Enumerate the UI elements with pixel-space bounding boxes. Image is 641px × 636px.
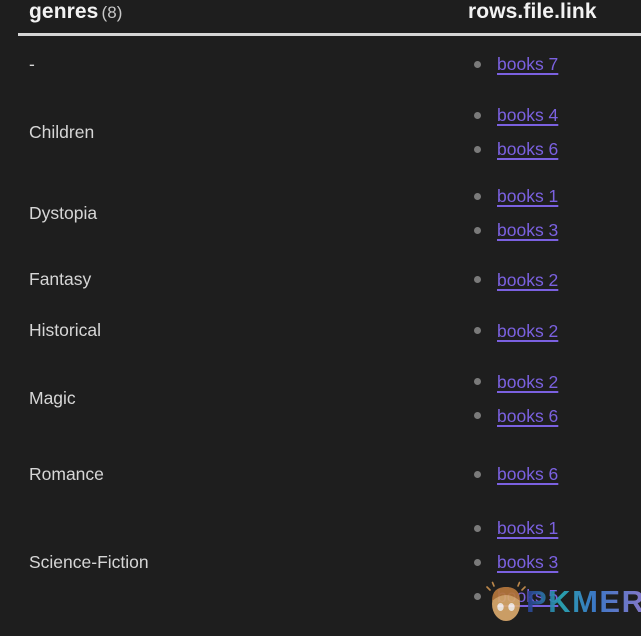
bullet-icon [474, 226, 481, 234]
file-link-list: books 4 books 6 [468, 98, 641, 166]
file-link[interactable]: books 4 [497, 105, 558, 125]
genre-cell: Dystopia [29, 202, 98, 223]
links-cell: books 2 [457, 254, 641, 305]
bullet-icon [474, 470, 481, 478]
links-cell: books 1 books 3 [457, 172, 641, 254]
bullet-icon [474, 592, 481, 600]
bullet-icon [474, 412, 481, 419]
column-header-genres-label: genres [29, 0, 99, 23]
list-item: books 1 [468, 511, 641, 545]
genres-table: genres (8) rows.file.link - books 7 Child… [18, 0, 641, 617]
table-row: Romance books 6 [18, 441, 641, 507]
list-item: books 3 [468, 213, 641, 247]
column-header-genres-count: (8) [101, 3, 123, 22]
list-item: books 2 [468, 263, 641, 297]
column-header-links[interactable]: rows.file.link [457, 0, 641, 36]
genre-cell: Science-Fiction [29, 551, 149, 572]
file-link[interactable]: books 6 [497, 139, 558, 159]
bullet-icon [474, 111, 481, 119]
file-link[interactable]: books 3 [497, 552, 558, 572]
genre-cell: Magic [29, 388, 76, 409]
table-row: Fantasy books 2 [18, 254, 641, 305]
file-link[interactable]: books 2 [497, 270, 558, 290]
list-item: books 7 [468, 47, 641, 81]
links-cell: books 4 books 6 [457, 92, 641, 172]
bullet-icon [474, 558, 481, 566]
file-link-list: books 2 [468, 314, 641, 348]
list-item: books 1 [468, 179, 641, 213]
file-link[interactable]: books 1 [497, 518, 558, 538]
bullet-icon [474, 378, 481, 385]
list-item: books 2 [468, 314, 641, 348]
file-link[interactable]: books 6 [497, 464, 558, 484]
table-row: Magic books 2 books 6 [18, 356, 641, 441]
table-row: - books 7 [18, 35, 641, 93]
links-cell: books 1 books 3 books 5 [457, 507, 641, 617]
file-link[interactable]: books 2 [497, 321, 558, 341]
bullet-icon [474, 60, 481, 68]
file-link[interactable]: books 6 [497, 406, 558, 426]
table-header-row: genres (8) rows.file.link [18, 0, 641, 36]
file-link-list: books 7 [468, 47, 641, 81]
file-link[interactable]: books 3 [497, 220, 558, 240]
file-link-list: books 1 books 3 books 5 [468, 511, 641, 613]
list-item: books 6 [468, 132, 641, 166]
table-body: - books 7 Children books 4 books 6 Dysto… [18, 35, 641, 618]
table-row: Historical books 2 [18, 305, 641, 356]
file-link[interactable]: books 5 [497, 586, 558, 606]
list-item: books 2 [468, 365, 641, 399]
bullet-icon [474, 327, 481, 334]
genre-cell: Historical [29, 320, 101, 341]
file-link[interactable]: books 2 [497, 372, 558, 392]
table-row: Children books 4 books 6 [18, 92, 641, 172]
genre-cell: Children [29, 121, 95, 142]
links-cell: books 6 [457, 441, 641, 507]
file-link-list: books 1 books 3 [468, 179, 641, 247]
table-row: Science-Fiction books 1 books 3 books 5 [18, 507, 641, 617]
file-link[interactable]: books 1 [497, 186, 558, 206]
file-link-list: books 2 books 6 [468, 365, 641, 433]
file-link-list: books 2 [468, 263, 641, 297]
bullet-icon [474, 192, 481, 200]
links-cell: books 2 [457, 305, 641, 356]
bullet-icon [474, 276, 481, 283]
list-item: books 6 [468, 399, 641, 433]
list-item: books 6 [468, 457, 641, 491]
genre-cell: Romance [29, 463, 104, 484]
file-link[interactable]: books 7 [497, 54, 558, 74]
bullet-icon [474, 145, 481, 153]
column-header-genres[interactable]: genres (8) [18, 0, 457, 36]
table-row: Dystopia books 1 books 3 [18, 172, 641, 254]
list-item: books 4 [468, 98, 641, 132]
column-header-links-label: rows.file.link [468, 0, 597, 23]
dataview-table-container: genres (8) rows.file.link - books 7 Child… [0, 0, 641, 636]
file-link-list: books 6 [468, 457, 641, 491]
table-header: genres (8) rows.file.link [18, 0, 641, 36]
genre-cell: Fantasy [29, 269, 92, 290]
list-item: books 3 [468, 545, 641, 579]
list-item: books 5 [468, 579, 641, 613]
genre-cell: - [29, 53, 35, 74]
links-cell: books 2 books 6 [457, 356, 641, 441]
bullet-icon [474, 524, 481, 532]
links-cell: books 7 [457, 35, 641, 93]
